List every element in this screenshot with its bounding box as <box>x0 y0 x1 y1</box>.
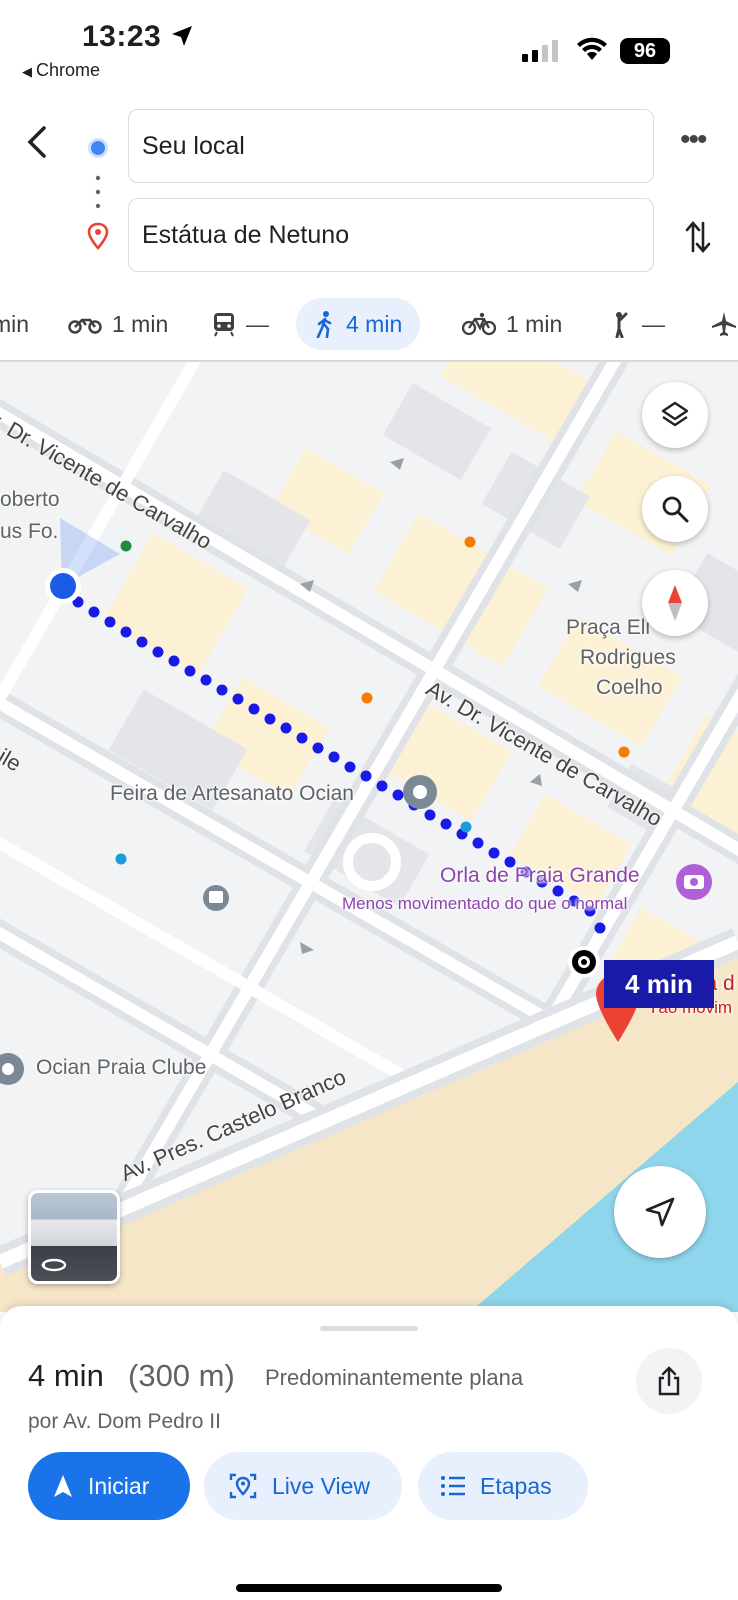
wifi-icon <box>577 37 607 60</box>
status-bar: 13:23 ◀ Chrome 96 <box>0 0 738 90</box>
recenter-button[interactable] <box>614 1166 706 1258</box>
list-icon <box>441 1476 465 1496</box>
compass-button[interactable] <box>642 570 708 636</box>
place-roberto-line2: us Fo. <box>0 520 59 543</box>
mode-ride-hail-label: — <box>642 310 665 337</box>
mode-car-label: min <box>0 310 30 337</box>
back-arrow-icon[interactable] <box>22 122 54 162</box>
mode-walk-label: 4 min <box>346 310 403 337</box>
sheet-drag-handle[interactable] <box>320 1326 418 1331</box>
live-view-button[interactable]: Live View <box>204 1452 402 1520</box>
mode-motorcycle-label: 1 min <box>112 310 169 337</box>
walk-icon <box>316 311 332 338</box>
share-button[interactable] <box>636 1348 702 1414</box>
search-button[interactable] <box>642 476 708 542</box>
swap-route-icon[interactable] <box>684 218 712 256</box>
place-feira[interactable]: Feira de Artesanato Ocian <box>110 782 354 806</box>
motorcycle-icon <box>68 318 102 334</box>
route-time-tag: 4 min <box>604 960 714 1008</box>
destination-input[interactable]: Estátua de Netuno <box>128 198 654 272</box>
street-view-rotate-icon <box>41 1258 67 1272</box>
mode-motorcycle[interactable]: 1 min <box>68 298 168 350</box>
route-distance: (300 m) <box>128 1358 235 1393</box>
place-orla-status: Menos movimentado do que o normal <box>342 894 628 913</box>
mode-bike-label: 1 min <box>506 310 563 337</box>
route-eta: 4 min <box>28 1358 104 1393</box>
map-canvas <box>0 362 738 1312</box>
bike-icon <box>462 312 496 336</box>
share-icon <box>658 1366 680 1396</box>
mode-bike[interactable]: 1 min <box>462 298 562 350</box>
steps-button[interactable]: Etapas <box>418 1452 588 1520</box>
ride-hail-icon <box>615 312 628 338</box>
place-ocian[interactable]: Ocian Praia Clube <box>36 1056 206 1080</box>
mode-ride-hail[interactable]: — <box>610 298 665 350</box>
start-button-label: Iniciar <box>88 1472 150 1499</box>
layers-icon <box>661 401 689 427</box>
location-arrow-icon <box>172 26 192 46</box>
mode-transit-label: — <box>246 310 269 337</box>
mode-flight[interactable] <box>710 298 738 350</box>
place-praca-line2: Rodrigues <box>580 646 676 669</box>
mode-walk[interactable]: 4 min <box>296 298 421 350</box>
route-terrain: Predominantemente plana <box>265 1365 524 1390</box>
live-view-icon <box>229 1473 257 1499</box>
navigation-arrow-icon <box>645 1197 675 1227</box>
travel-mode-bar: min 1 min — 4 min 1 min — <box>0 298 738 354</box>
layers-button[interactable] <box>642 382 708 448</box>
street-view-thumbnail[interactable] <box>28 1190 120 1284</box>
place-orla[interactable]: Orla de Praia Grande <box>440 864 640 888</box>
place-praca-line3: Coelho <box>596 676 663 699</box>
transit-icon <box>214 313 234 337</box>
mode-transit[interactable]: — <box>212 298 269 350</box>
back-to-app-link[interactable]: ◀ Chrome <box>22 60 100 81</box>
navigation-arrow-icon <box>54 1475 72 1497</box>
home-indicator[interactable] <box>236 1584 502 1592</box>
mode-car[interactable]: min <box>0 298 29 350</box>
map-view[interactable]: v. Dr. Vicente de Carvalho Av. Dr. Vicen… <box>0 362 738 1312</box>
battery-icon: 96 <box>620 38 670 64</box>
flight-icon <box>712 312 736 336</box>
live-view-label: Live View <box>272 1472 371 1499</box>
route-connector-dots <box>95 175 101 209</box>
back-app-label: Chrome <box>36 60 101 80</box>
more-options-icon[interactable]: ••• <box>680 125 716 162</box>
place-roberto-line1: oberto <box>0 488 60 511</box>
status-time: 13:23 <box>82 20 162 53</box>
origin-dot-icon <box>88 138 108 158</box>
place-praca-line1: Praça Eli <box>566 616 651 639</box>
start-navigation-button[interactable]: Iniciar <box>28 1452 190 1520</box>
search-icon <box>662 496 689 523</box>
origin-input[interactable]: Seu local <box>128 109 654 183</box>
steps-button-label: Etapas <box>480 1472 552 1499</box>
route-summary-sheet: 4 min (300 m) Predominantemente plana po… <box>0 1306 738 1600</box>
route-via: por Av. Dom Pedro II <box>28 1410 221 1433</box>
compass-icon <box>668 585 682 621</box>
destination-pin-icon <box>87 222 109 250</box>
signal-icon <box>522 40 558 62</box>
